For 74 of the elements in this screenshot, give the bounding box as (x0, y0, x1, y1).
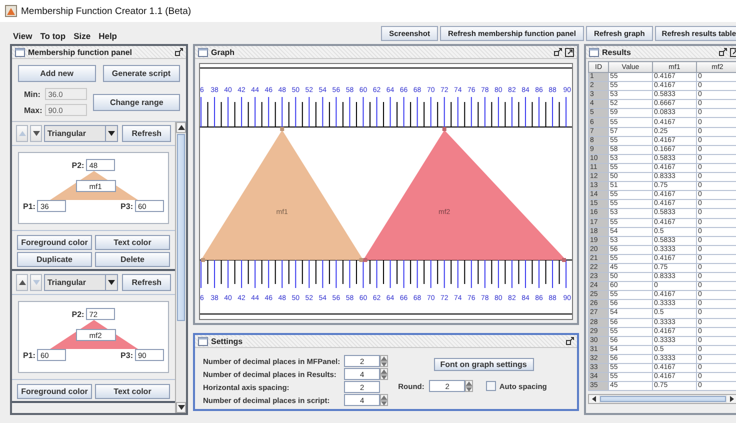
window-icon (589, 48, 599, 56)
down-arrow-icon (381, 374, 388, 380)
scroll-right-button[interactable] (727, 395, 736, 404)
shape-dropdown[interactable]: Triangular (44, 125, 118, 142)
scroll-thumb[interactable] (177, 134, 185, 321)
restore-icon[interactable] (719, 48, 727, 56)
action-button[interactable]: Add new (18, 65, 96, 82)
refresh-button[interactable]: Refresh (122, 125, 171, 142)
down-arrow-icon (32, 131, 40, 136)
panel-title: Graph (211, 48, 238, 56)
spin-up-button[interactable] (380, 368, 388, 374)
menu-item[interactable]: Size (74, 31, 91, 41)
spin-down-button[interactable] (380, 400, 388, 406)
p2-label: P2: (72, 160, 84, 170)
max-label: Max: (24, 106, 42, 114)
card-button[interactable]: Foreground color (17, 235, 92, 250)
card-button[interactable]: Duplicate (17, 252, 92, 267)
down-arrow-icon (381, 362, 388, 366)
spin-up-button[interactable] (380, 355, 388, 361)
window-icon (198, 336, 208, 346)
down-arrow-icon (178, 405, 184, 410)
spin-down-button[interactable] (380, 374, 388, 380)
restore-icon[interactable] (554, 48, 562, 56)
menu-item[interactable]: View (13, 31, 32, 41)
change-range-button[interactable]: Change range (93, 94, 180, 110)
restore-icon[interactable] (566, 337, 574, 345)
down-arrow-icon (381, 400, 388, 406)
restore-icon[interactable] (175, 48, 183, 56)
shape-dropdown[interactable]: Triangular (44, 274, 118, 291)
p3-label: P3: (120, 202, 133, 210)
down-arrow-icon (108, 131, 116, 136)
window-icon (198, 48, 208, 56)
up-arrow-icon (381, 368, 388, 374)
refresh-button[interactable]: Refresh (122, 274, 171, 291)
up-arrow-icon (18, 131, 26, 136)
p3-label: P3: (120, 350, 133, 360)
scroll-left-button[interactable] (589, 395, 599, 404)
scroll-down-button[interactable] (176, 402, 186, 413)
spin-up-button[interactable] (380, 394, 388, 400)
card-button[interactable]: Delete (95, 252, 170, 267)
menu-item[interactable]: Help (98, 31, 117, 41)
menu-item[interactable]: To top (40, 31, 66, 41)
p1-label: P1: (23, 350, 36, 360)
p1-label: P1: (23, 202, 36, 210)
move-down-button[interactable] (30, 125, 42, 142)
window-title: Membership Function Creator 1.1 (Beta) (21, 6, 192, 16)
up-arrow-icon (18, 280, 26, 285)
up-arrow-icon (178, 125, 184, 130)
panel-title: Results (602, 48, 634, 56)
spin-down-button[interactable] (465, 386, 474, 392)
up-arrow-icon (466, 380, 472, 386)
panel-title: Membership function panel (28, 48, 136, 56)
scroll-thumb[interactable] (600, 396, 726, 402)
scroll-up-button[interactable] (176, 122, 186, 133)
auto-spacing-checkbox[interactable] (486, 381, 496, 391)
app-icon (5, 5, 17, 17)
up-arrow-icon (381, 394, 388, 400)
card-button[interactable]: Text color (95, 235, 170, 250)
maximize-icon[interactable] (565, 48, 574, 56)
spin-down-button[interactable] (380, 361, 388, 367)
down-arrow-icon (108, 280, 116, 285)
card-button[interactable]: Foreground color (17, 384, 92, 399)
spin-up-button[interactable] (465, 380, 474, 386)
font-settings-button[interactable]: Font on graph settings (434, 358, 534, 371)
down-arrow-icon (466, 386, 472, 392)
card-button[interactable]: Text color (95, 384, 170, 399)
p2-label: P2: (72, 310, 84, 318)
panel-title: Settings (211, 336, 246, 346)
down-arrow-icon (32, 280, 40, 285)
move-up-button[interactable] (16, 274, 28, 291)
min-label: Min: (24, 90, 42, 98)
action-button[interactable]: Generate script (102, 65, 180, 82)
window-icon (15, 48, 25, 56)
up-arrow-icon (381, 356, 388, 360)
